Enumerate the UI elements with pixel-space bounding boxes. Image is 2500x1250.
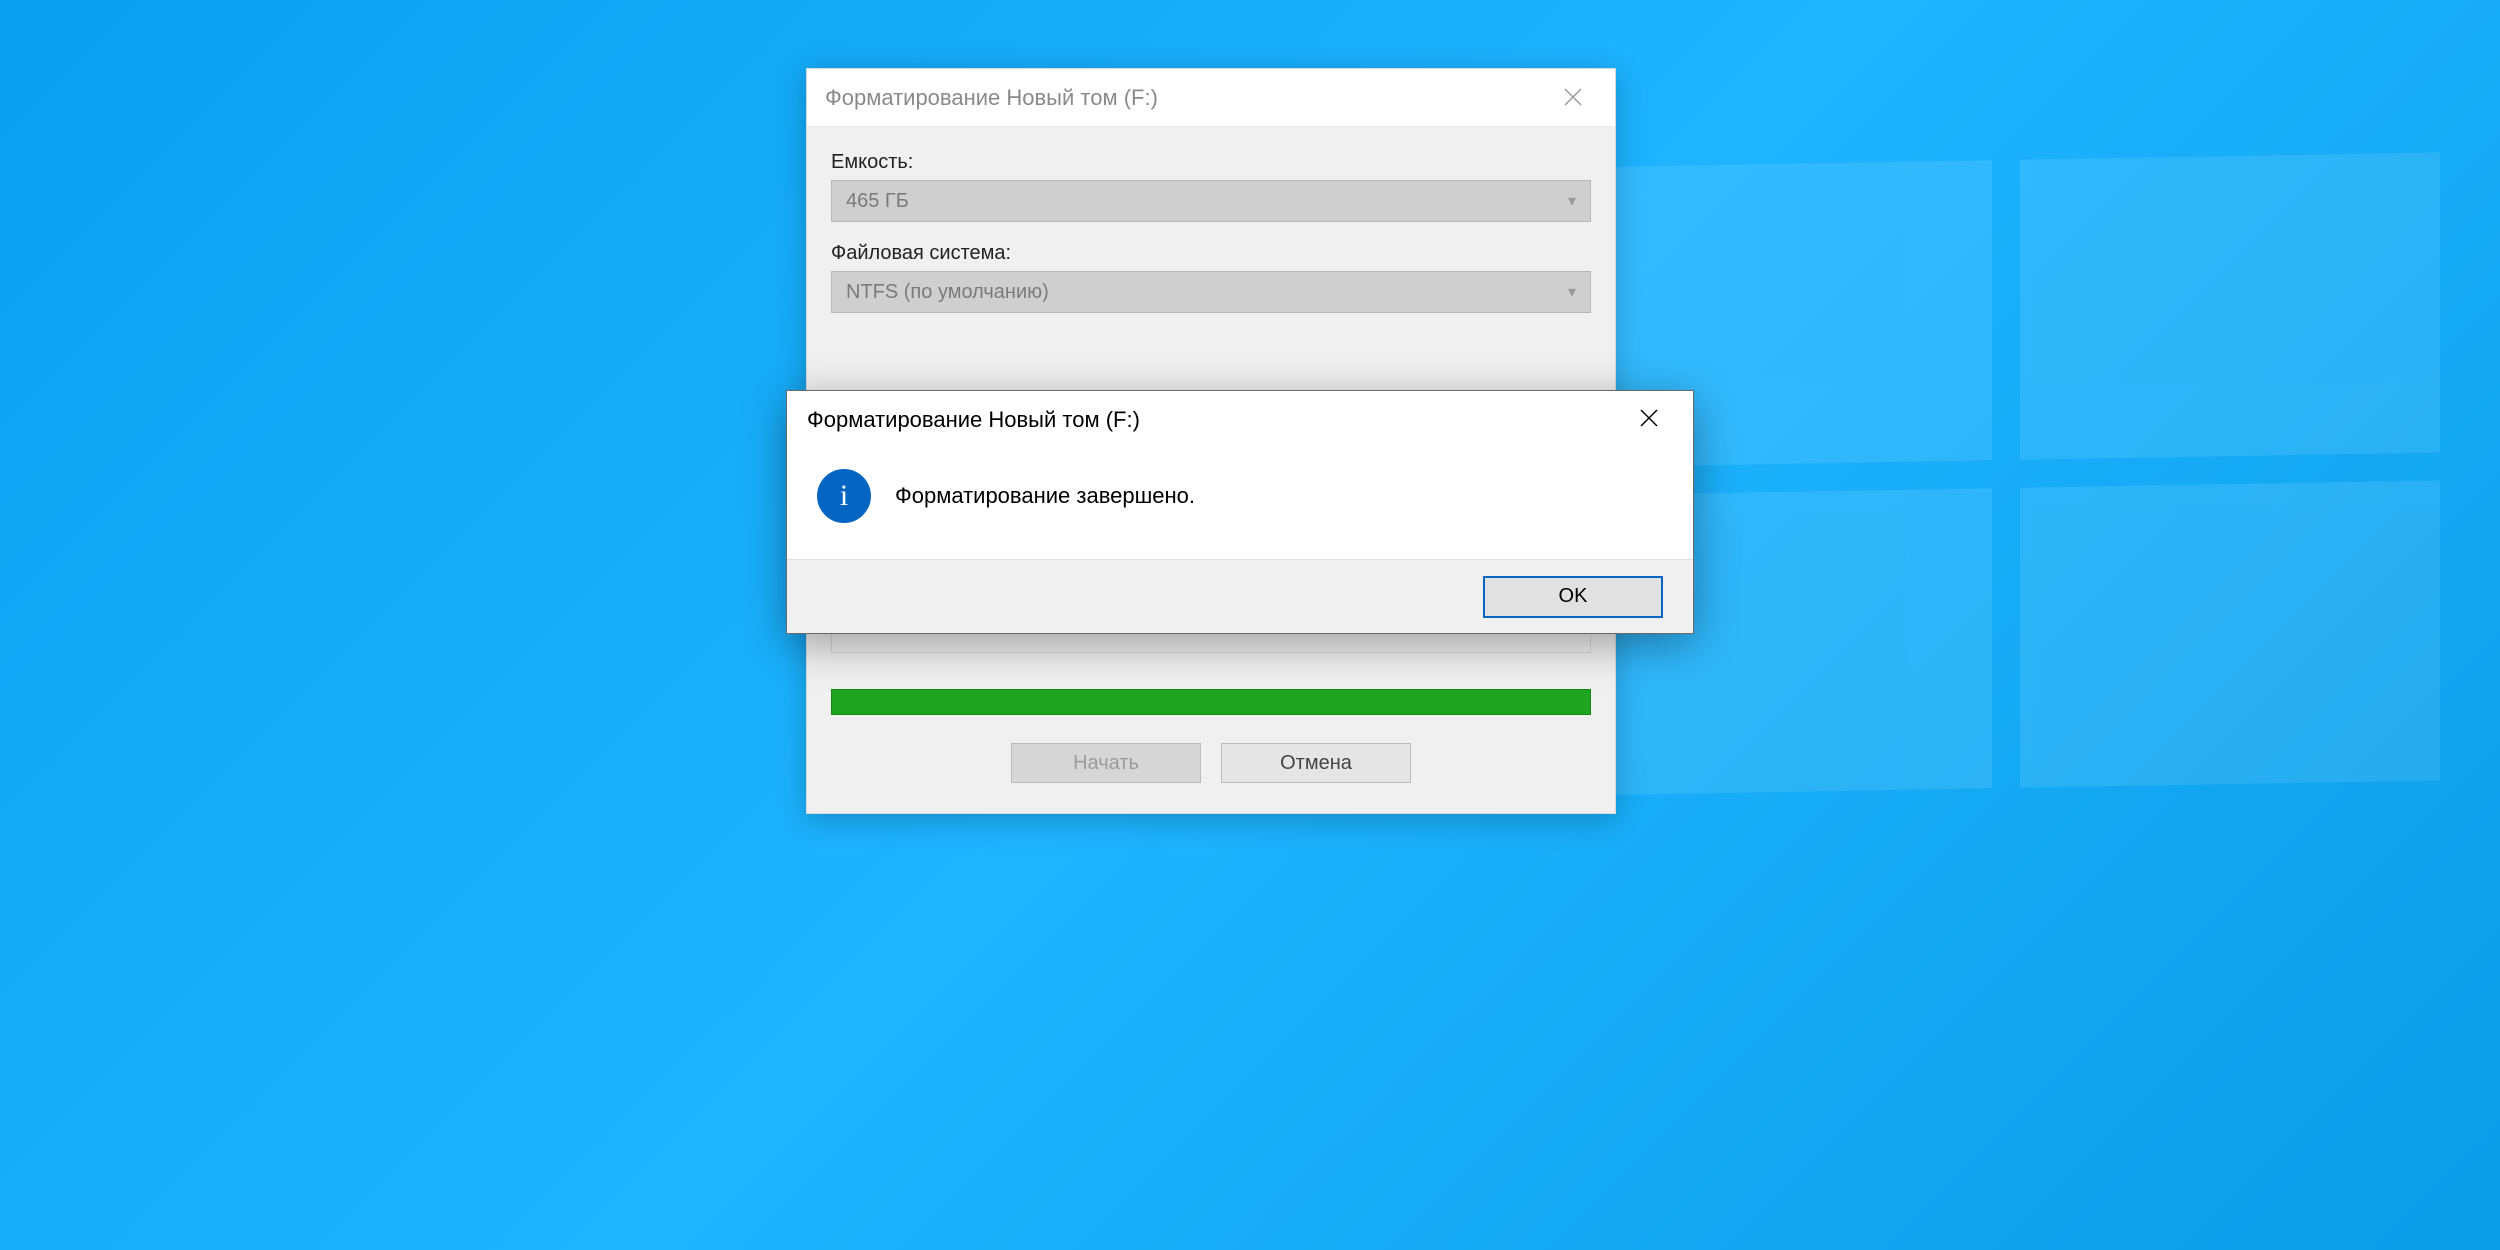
chevron-down-icon: ▾: [1568, 191, 1576, 211]
close-button[interactable]: [1625, 406, 1673, 434]
format-dialog-title: Форматирование Новый том (F:): [825, 85, 1549, 111]
message-dialog-title: Форматирование Новый том (F:): [807, 407, 1625, 433]
chevron-down-icon: ▾: [1568, 282, 1576, 302]
cancel-button[interactable]: Отмена: [1221, 743, 1411, 783]
format-dialog-titlebar: Форматирование Новый том (F:): [807, 69, 1615, 127]
close-icon: [1549, 82, 1597, 113]
filesystem-label: Файловая система:: [831, 242, 1591, 265]
start-button: Начать: [1011, 743, 1201, 783]
ok-button[interactable]: OK: [1483, 576, 1663, 618]
format-progress-bar: [831, 689, 1591, 715]
filesystem-select: NTFS (по умолчанию) ▾: [831, 271, 1591, 313]
windows-logo-background: [1572, 152, 2440, 795]
capacity-label: Емкость:: [831, 151, 1591, 174]
message-dialog: Форматирование Новый том (F:) i Форматир…: [786, 390, 1694, 634]
capacity-select: 465 ГБ ▾: [831, 180, 1591, 222]
message-text: Форматирование завершено.: [895, 483, 1195, 509]
filesystem-value: NTFS (по умолчанию): [846, 281, 1049, 304]
message-dialog-titlebar[interactable]: Форматирование Новый том (F:): [787, 391, 1693, 449]
capacity-value: 465 ГБ: [846, 190, 909, 213]
info-icon: i: [817, 469, 871, 523]
